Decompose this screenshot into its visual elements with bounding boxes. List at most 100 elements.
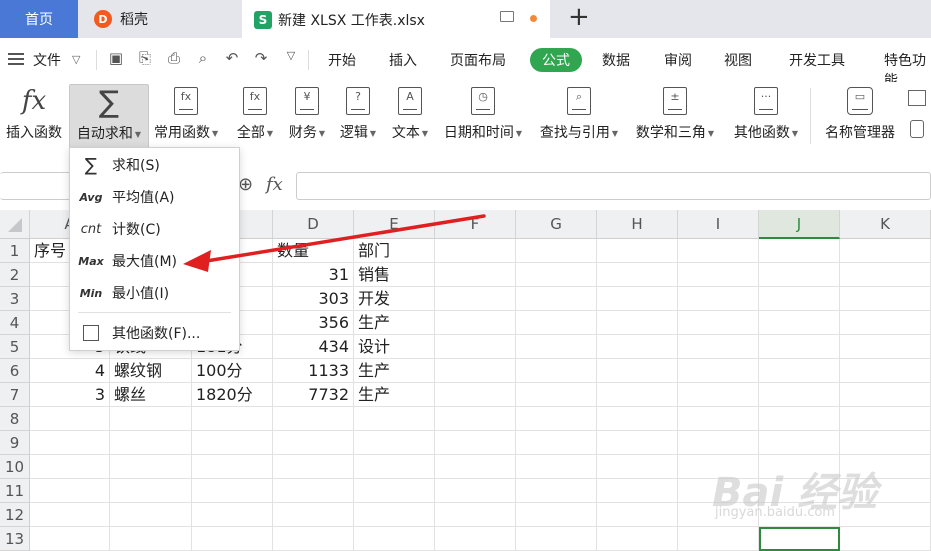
cell-J7[interactable] [759, 383, 840, 407]
cell-H2[interactable] [597, 263, 678, 287]
cell-I1[interactable] [678, 239, 759, 263]
cell-B8[interactable] [110, 407, 192, 431]
cell-K3[interactable] [840, 287, 931, 311]
formula-input[interactable] [296, 172, 931, 200]
column-header-H[interactable]: H [597, 210, 678, 239]
cell-A7[interactable]: 3 [30, 383, 110, 407]
cell-J5[interactable] [759, 335, 840, 359]
cell-D13[interactable] [273, 527, 354, 551]
cell-D10[interactable] [273, 455, 354, 479]
cell-H4[interactable] [597, 311, 678, 335]
cell-D4[interactable]: 356 [273, 311, 354, 335]
cell-A13[interactable] [30, 527, 110, 551]
cell-E6[interactable]: 生产 [354, 359, 435, 383]
cell-G2[interactable] [516, 263, 597, 287]
row-header-2[interactable]: 2 [0, 263, 30, 287]
row-header-6[interactable]: 6 [0, 359, 30, 383]
cell-C6[interactable]: 100分 [192, 359, 273, 383]
cell-E8[interactable] [354, 407, 435, 431]
cell-E4[interactable]: 生产 [354, 311, 435, 335]
hamburger-icon[interactable] [8, 53, 24, 65]
logic-button[interactable]: ? 逻辑 ▼ [336, 84, 380, 150]
cell-H10[interactable] [597, 455, 678, 479]
cell-J3[interactable] [759, 287, 840, 311]
cell-G9[interactable] [516, 431, 597, 455]
row-header-8[interactable]: 8 [0, 407, 30, 431]
cell-H8[interactable] [597, 407, 678, 431]
cell-H5[interactable] [597, 335, 678, 359]
cell-K13[interactable] [840, 527, 931, 551]
tab-data[interactable]: 数据 [602, 50, 630, 70]
cell-K1[interactable] [840, 239, 931, 263]
cell-K9[interactable] [840, 431, 931, 455]
cell-E13[interactable] [354, 527, 435, 551]
cell-D9[interactable] [273, 431, 354, 455]
zoom-icon[interactable]: ⊕ [238, 174, 253, 195]
row-header-9[interactable]: 9 [0, 431, 30, 455]
cell-J8[interactable] [759, 407, 840, 431]
print-preview-icon[interactable]: ⌕ [193, 49, 213, 69]
cell-B10[interactable] [110, 455, 192, 479]
finance-button[interactable]: ¥ 财务 ▼ [285, 84, 329, 150]
cell-F7[interactable] [435, 383, 516, 407]
cell-B11[interactable] [110, 479, 192, 503]
cell-A9[interactable] [30, 431, 110, 455]
cell-F2[interactable] [435, 263, 516, 287]
cell-K5[interactable] [840, 335, 931, 359]
tab-page-layout[interactable]: 页面布局 [450, 50, 506, 70]
cell-A12[interactable] [30, 503, 110, 527]
menu-item-sum[interactable]: ∑ 求和(S) [70, 150, 239, 180]
row-header-5[interactable]: 5 [0, 335, 30, 359]
cell-A8[interactable] [30, 407, 110, 431]
cell-C13[interactable] [192, 527, 273, 551]
cell-F13[interactable] [435, 527, 516, 551]
cell-D12[interactable] [273, 503, 354, 527]
cell-B12[interactable] [110, 503, 192, 527]
name-manager-button[interactable]: ▭ 名称管理器 [820, 84, 900, 150]
cell-I5[interactable] [678, 335, 759, 359]
tab-start[interactable]: 开始 [328, 50, 356, 70]
lookup-button[interactable]: ⌕ 查找与引用 ▼ [536, 84, 622, 150]
cell-F11[interactable] [435, 479, 516, 503]
cell-I6[interactable] [678, 359, 759, 383]
row-header-12[interactable]: 12 [0, 503, 30, 527]
column-header-F[interactable]: F [435, 210, 516, 239]
row-header-11[interactable]: 11 [0, 479, 30, 503]
cell-I7[interactable] [678, 383, 759, 407]
cell-D8[interactable] [273, 407, 354, 431]
undo-icon[interactable]: ↶ [222, 49, 242, 69]
other-functions-button[interactable]: ··· 其他函数 ▼ [729, 84, 803, 150]
customize-chevron-icon[interactable]: ▽ [281, 49, 301, 69]
cell-H3[interactable] [597, 287, 678, 311]
fx-icon[interactable]: fx [266, 174, 283, 195]
cell-G5[interactable] [516, 335, 597, 359]
column-header-K[interactable]: K [840, 210, 931, 239]
cell-J1[interactable] [759, 239, 840, 263]
menu-item-max[interactable]: Max 最大值(M) [70, 246, 239, 276]
cell-J13[interactable] [759, 527, 840, 551]
row-header-4[interactable]: 4 [0, 311, 30, 335]
cell-B9[interactable] [110, 431, 192, 455]
cell-G3[interactable] [516, 287, 597, 311]
cell-E5[interactable]: 设计 [354, 335, 435, 359]
autosum-button[interactable]: ∑ 自动求和 ▼ [69, 84, 149, 150]
cell-C7[interactable]: 1820分 [192, 383, 273, 407]
cell-H12[interactable] [597, 503, 678, 527]
cell-A6[interactable]: 4 [30, 359, 110, 383]
tab-formula[interactable]: 公式 [530, 48, 582, 72]
select-all-corner[interactable] [0, 210, 30, 239]
cell-D2[interactable]: 31 [273, 263, 354, 287]
cell-I2[interactable] [678, 263, 759, 287]
cell-F4[interactable] [435, 311, 516, 335]
cell-C9[interactable] [192, 431, 273, 455]
all-functions-button[interactable]: fx 全部 ▼ [235, 84, 275, 150]
cell-G8[interactable] [516, 407, 597, 431]
cell-E1[interactable]: 部门 [354, 239, 435, 263]
cell-B13[interactable] [110, 527, 192, 551]
tab-review[interactable]: 审阅 [664, 50, 692, 70]
math-button[interactable]: ± 数学和三角 ▼ [632, 84, 718, 150]
datetime-button[interactable]: ◷ 日期和时间 ▼ [440, 84, 526, 150]
cell-E7[interactable]: 生产 [354, 383, 435, 407]
cell-F12[interactable] [435, 503, 516, 527]
row-header-10[interactable]: 10 [0, 455, 30, 479]
